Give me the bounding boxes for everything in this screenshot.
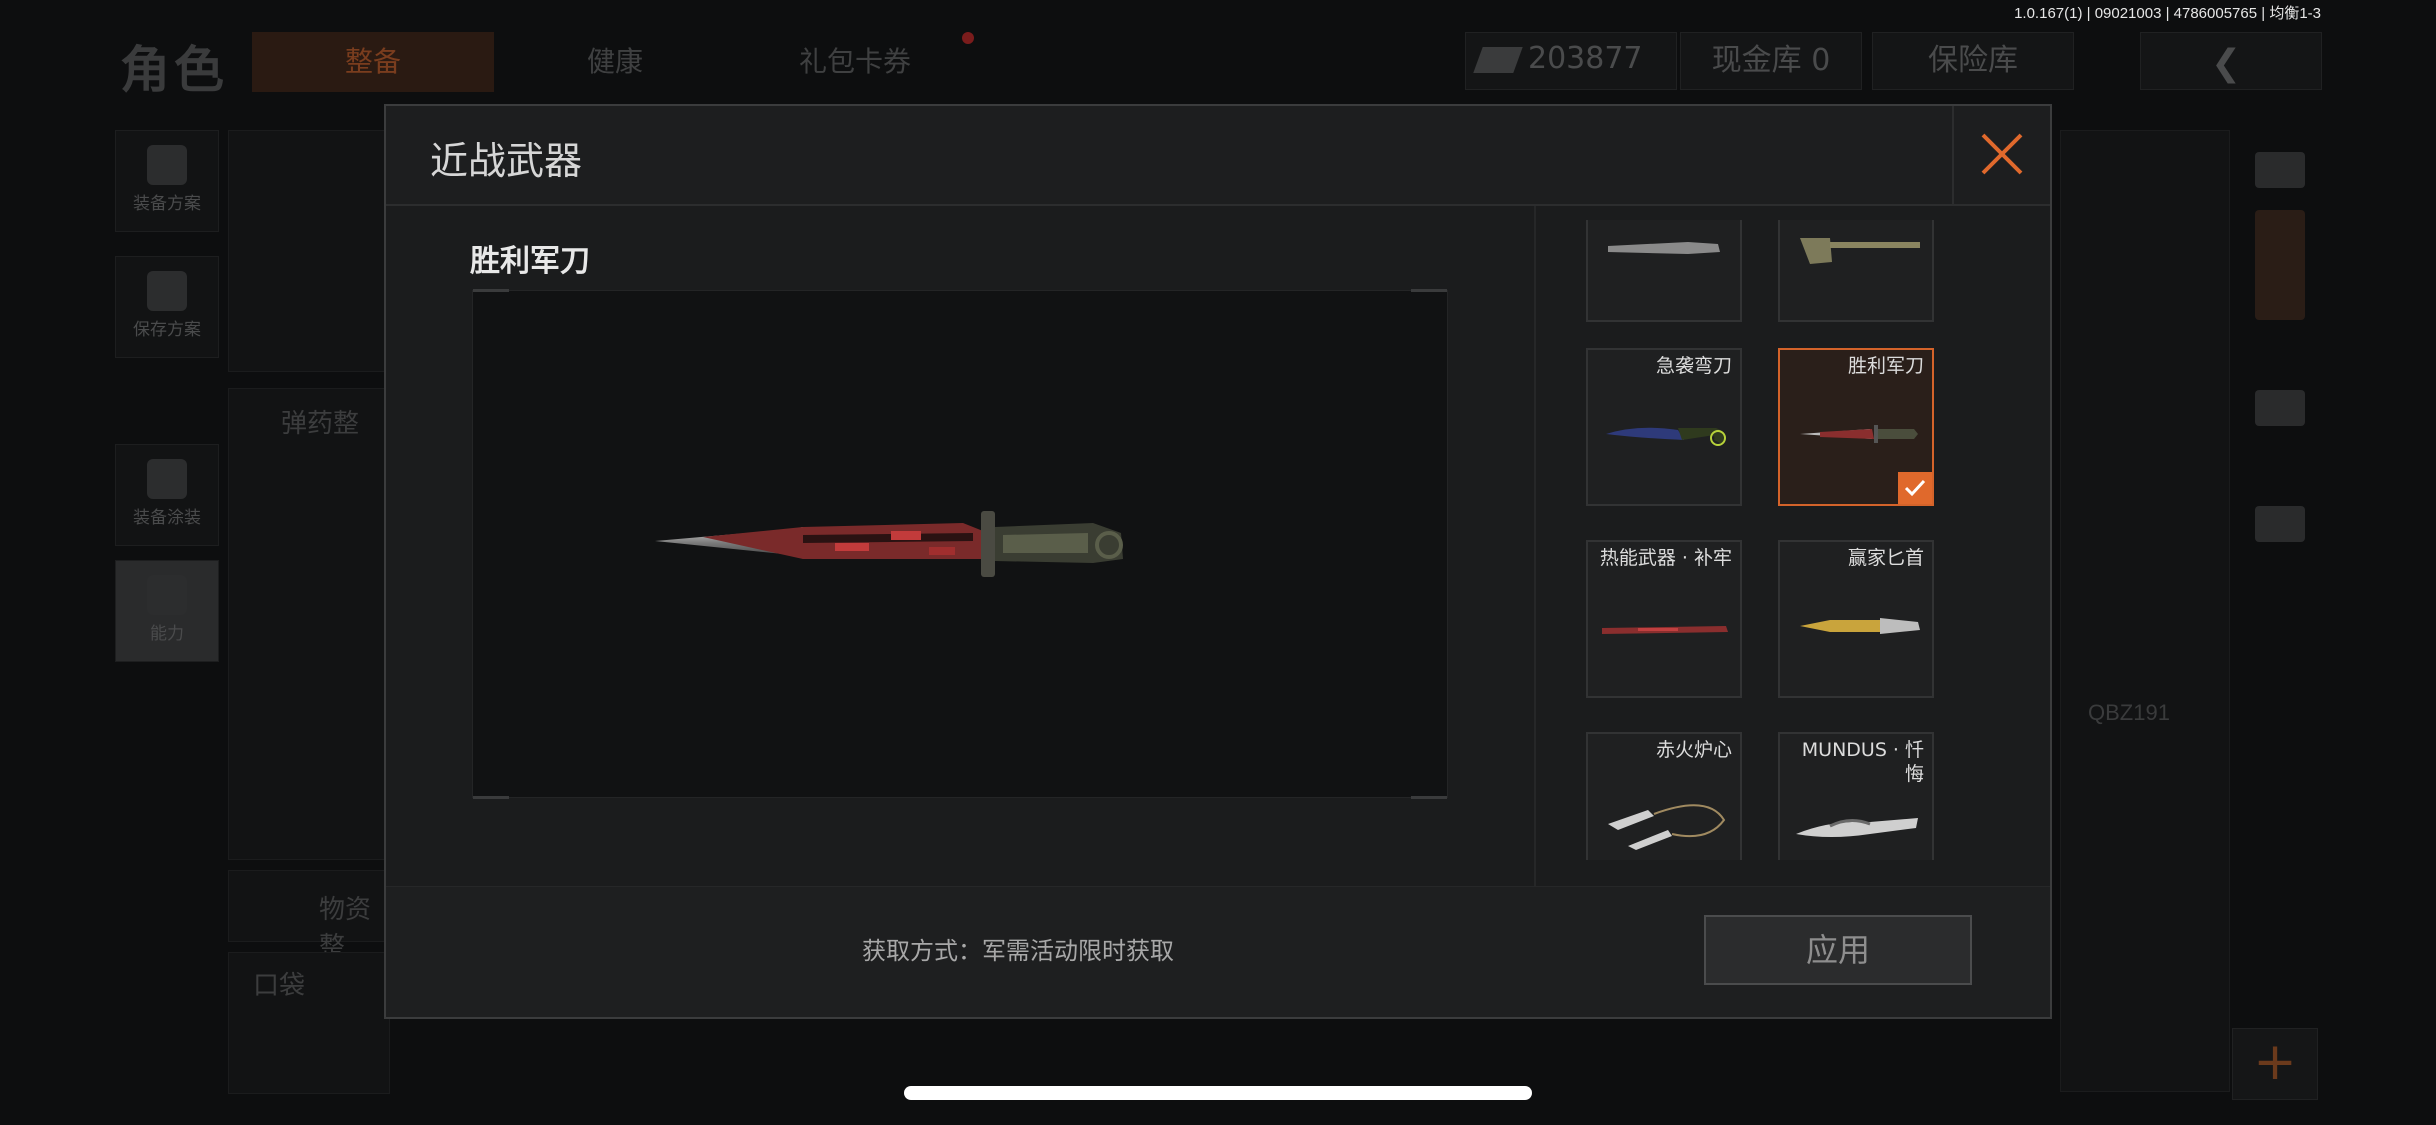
weapon-card[interactable]: 急袭弯刀 (1586, 348, 1742, 506)
weapon-card-name: 赤火炉心 (1655, 739, 1732, 761)
dialog-title: 近战武器 (430, 139, 583, 183)
vest-icon (147, 145, 187, 185)
stack-icon (2255, 152, 2305, 188)
cash-icon (1473, 47, 1523, 73)
weapon-card-name: 赢家匕首 (1847, 547, 1924, 569)
combat-knife-icon (1800, 425, 1918, 443)
insurance-vault-button[interactable]: 保险库 (1872, 32, 2074, 90)
add-button[interactable]: + (2232, 1028, 2318, 1100)
weapon-card-name: MUNDUS · 忏悔 (1801, 739, 1924, 785)
side-button-label: 装备方案 (133, 194, 201, 214)
chevron-left-icon: ❮ (2211, 43, 2242, 84)
frame-corner (1411, 796, 1447, 799)
weapon-card[interactable]: 赤火炉心 (1586, 732, 1742, 860)
rifle-icon (2255, 506, 2305, 542)
lightning-icon (147, 575, 187, 615)
ammo-label: 弹药整 (281, 409, 360, 439)
weapon-card-name: 急袭弯刀 (1655, 355, 1732, 377)
karambit-icon (1606, 427, 1726, 446)
bg-panel-operator (228, 130, 390, 372)
bg-panel-supplies: 物资整 (228, 870, 390, 962)
home-indicator[interactable] (904, 1086, 1532, 1100)
weapon-grid: 急袭弯刀 胜利军刀 热能武器 · 补牢 赢家匕首 赤火炉心 MUNDUS · 忏… (1536, 220, 2050, 860)
weapon-card[interactable] (1586, 220, 1742, 322)
tab-loadout[interactable]: 整备 (252, 32, 494, 92)
dual-blade-icon (1608, 804, 1726, 850)
close-button[interactable] (1952, 106, 2050, 204)
pocket-label: 口袋 (253, 971, 306, 1001)
cash-vault-button[interactable]: 现金库 0 (1680, 32, 1862, 90)
combat-knife-icon (655, 511, 1123, 577)
weapon-card[interactable]: 赢家匕首 (1778, 540, 1934, 698)
weapon-card-selected[interactable]: 胜利军刀 (1778, 348, 1934, 506)
notification-dot (962, 32, 974, 44)
dagger-icon (1800, 618, 1920, 634)
weapon-tag: QBZ191 (2088, 700, 2170, 725)
weapon-preview (472, 289, 1448, 799)
selected-check (1898, 472, 1932, 504)
helmet-icon (2255, 390, 2305, 426)
dialog-footer: 获取方式：军需活动限时获取 应用 (386, 886, 2050, 1017)
selected-weapon-name: 胜利军刀 (470, 244, 590, 279)
side-button-ability[interactable]: 能力 (115, 560, 219, 662)
money-display: 203877 (1465, 32, 1677, 90)
version-info: 1.0.167(1) | 09021003 | 4786005765 | 均衡1… (2014, 5, 2321, 22)
frame-corner (1411, 289, 1447, 292)
apply-button[interactable]: 应用 (1704, 915, 1972, 985)
weapon-card-name: 热能武器 · 补牢 (1599, 547, 1732, 569)
bg-panel-ammo: 弹药整 (228, 388, 390, 860)
helmet-icon (147, 459, 187, 499)
check-icon (1904, 479, 1926, 497)
blade-icon (1602, 626, 1728, 634)
tab-gift-vouchers[interactable]: 礼包卡券 (770, 32, 940, 92)
weapon-card[interactable]: MUNDUS · 忏悔 (1778, 732, 1934, 860)
bg-panel-weapon (2060, 130, 2230, 1092)
bg-panel-pocket: 口袋 (228, 952, 390, 1094)
side-button-label: 能力 (150, 624, 184, 644)
acquire-method-text: 获取方式：军需活动限时获取 (862, 937, 1174, 965)
weapon-card[interactable]: 热能武器 · 补牢 (1586, 540, 1742, 698)
skin-icon (2255, 210, 2305, 320)
side-button-loadout-plan[interactable]: 装备方案 (115, 130, 219, 232)
weapon-card-name: 胜利军刀 (1847, 355, 1924, 377)
right-rail (2238, 130, 2322, 690)
back-button[interactable]: ❮ (2140, 32, 2322, 90)
ornate-knife-icon (1796, 818, 1918, 837)
cleaver-icon (1800, 238, 1920, 264)
close-icon (1981, 133, 2023, 175)
knife-icon (1608, 242, 1720, 254)
side-button-save-plan[interactable]: 保存方案 (115, 256, 219, 358)
dialog-header: 近战武器 (386, 106, 2050, 206)
frame-corner (473, 796, 509, 799)
weapon-card[interactable] (1778, 220, 1934, 322)
frame-corner (473, 289, 509, 292)
dialog-body: 胜利军刀 急袭弯刀 胜利军刀 热能武器 · 补牢 赢家匕首 赤火炉心 MUNDU… (386, 206, 2050, 890)
side-button-skin[interactable]: 装备涂装 (115, 444, 219, 546)
page-title: 角色 (120, 41, 228, 99)
side-button-label: 保存方案 (133, 320, 201, 340)
melee-weapon-dialog: 近战武器 胜利军刀 急袭弯刀 胜利军刀 热能武器 · 补牢 赢家匕首 赤火炉心 … (384, 104, 2052, 1019)
money-value: 203877 (1528, 41, 1643, 76)
tab-health[interactable]: 健康 (540, 32, 690, 92)
download-icon (147, 271, 187, 311)
side-button-label: 装备涂装 (133, 508, 201, 528)
